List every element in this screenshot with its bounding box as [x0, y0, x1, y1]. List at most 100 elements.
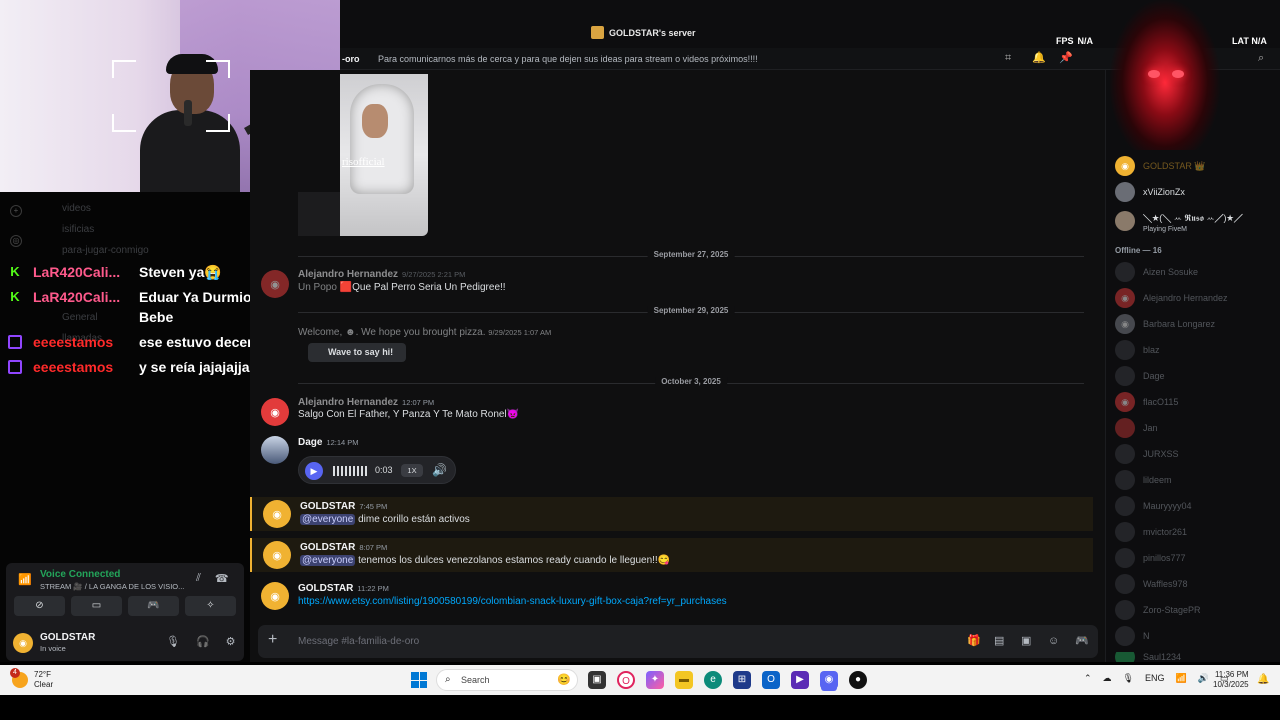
screen-share-button[interactable]: ▭: [71, 596, 122, 616]
composer-placeholder[interactable]: Message #la-familia-de-oro: [298, 636, 419, 647]
headphones-icon[interactable]: 🎧: [196, 635, 210, 648]
image-thumbnail-left[interactable]: [298, 192, 340, 236]
member-item[interactable]: JURXSS: [1115, 444, 1179, 464]
current-user-name[interactable]: GOLDSTAR: [40, 632, 95, 643]
clock[interactable]: 11:36 PM 10/3/2025: [1213, 670, 1249, 690]
store-icon[interactable]: ⊞: [733, 671, 751, 689]
message-composer[interactable]: + Message #la-familia-de-oro 🎁 ▤ ▣ ☺ 🎮: [258, 625, 1098, 658]
message-author[interactable]: GOLDSTAR 11:22 PM: [298, 583, 389, 594]
notification-bell-icon[interactable]: 🔔: [1257, 674, 1269, 685]
message-author[interactable]: Dage 12:14 PM: [298, 437, 359, 448]
onedrive-icon[interactable]: ☁: [1103, 673, 1112, 684]
member-item[interactable]: Zoro-StagePR: [1115, 600, 1201, 620]
channel-item[interactable]: videos: [62, 203, 91, 214]
search-highlight-icon: 😊: [557, 674, 571, 686]
settings-gear-icon[interactable]: ⚙: [226, 635, 236, 648]
discord-avatar-icon[interactable]: ◉: [261, 398, 289, 426]
volume-icon[interactable]: 🔊: [432, 463, 447, 477]
discord-taskbar-icon[interactable]: ◉: [820, 671, 838, 689]
member-item[interactable]: N: [1115, 626, 1150, 646]
member-item[interactable]: mvictor261: [1115, 522, 1187, 542]
member-item[interactable]: Waffles978: [1115, 574, 1188, 594]
threads-icon[interactable]: ⌗: [1005, 52, 1018, 65]
wave-button[interactable]: Wave to say hi!: [308, 343, 406, 362]
mention[interactable]: @everyone: [300, 555, 356, 566]
camera-off-button[interactable]: ⊘: [14, 596, 65, 616]
member-item[interactable]: ◉ Barbara Longarez: [1115, 314, 1215, 334]
voice-channel[interactable]: STREAM 🎥 / LA GANGA DE LOS VISIO...: [40, 582, 184, 591]
member-item[interactable]: Mauryyyy04: [1115, 496, 1192, 516]
member-item[interactable]: ◉ Alejandro Hernandez: [1115, 288, 1228, 308]
member-item[interactable]: xViiZionZx: [1115, 182, 1185, 202]
chevron-up-icon[interactable]: ⌃: [1084, 673, 1092, 684]
member-item[interactable]: pinillos777: [1115, 548, 1186, 568]
waveform[interactable]: [333, 466, 367, 476]
playback-speed-button[interactable]: 1X: [401, 464, 423, 477]
obs-icon[interactable]: ●: [849, 671, 867, 689]
member-item[interactable]: Dage: [1115, 366, 1165, 386]
edge-icon[interactable]: e: [704, 671, 722, 689]
outlook-icon[interactable]: O: [762, 671, 780, 689]
copilot-icon[interactable]: ✦: [646, 671, 664, 689]
fps-value: N/A: [1077, 36, 1094, 46]
disconnect-icon[interactable]: ☎: [215, 572, 229, 585]
discord-avatar-icon[interactable]: ◉: [263, 541, 291, 569]
message-link[interactable]: https://www.etsy.com/listing/1900580199/…: [298, 596, 727, 607]
member-item[interactable]: ◉ GOLDSTAR 👑: [1115, 156, 1206, 176]
activity-button[interactable]: 🎮: [128, 596, 179, 616]
user-avatar[interactable]: [261, 436, 289, 464]
microphone-icon[interactable]: 🎙: [166, 635, 180, 648]
pin-icon[interactable]: 📌: [1059, 52, 1073, 65]
task-view-icon[interactable]: ▣: [588, 671, 606, 689]
member-item[interactable]: lildeem: [1115, 470, 1172, 490]
attach-plus-icon[interactable]: +: [268, 631, 277, 649]
message-author[interactable]: GOLDSTAR 8:07 PM: [300, 542, 387, 553]
activities-icon[interactable]: 🎮: [1075, 635, 1089, 648]
gif-icon[interactable]: ▤: [994, 635, 1007, 648]
opera-icon[interactable]: O: [617, 671, 635, 689]
signal-icon[interactable]: 📶: [18, 573, 32, 586]
explore-icon[interactable]: ◎: [10, 235, 22, 247]
member-item[interactable]: blaz: [1115, 340, 1160, 360]
message-author[interactable]: Alejandro Hernandez 9/27/2025 2:21 PM: [298, 269, 465, 280]
user-avatar: [1115, 340, 1135, 360]
member-item[interactable]: Saul1234: [1115, 652, 1181, 662]
voice-status[interactable]: Voice Connected: [40, 569, 120, 580]
weather-widget[interactable]: 4 72°F Clear: [10, 668, 53, 690]
file-explorer-icon[interactable]: ▬: [675, 671, 693, 689]
clipchamp-icon[interactable]: ▶: [791, 671, 809, 689]
discord-avatar-icon[interactable]: ◉: [261, 270, 289, 298]
gift-icon[interactable]: 🎁: [967, 635, 981, 648]
image-attachment[interactable]: risofficial: [340, 74, 428, 236]
microphone-icon[interactable]: 🎙: [1123, 673, 1134, 684]
discord-avatar-icon[interactable]: ◉: [261, 582, 289, 610]
wifi-icon[interactable]: 📶: [1176, 673, 1187, 684]
member-name: Saul1234: [1143, 652, 1182, 662]
discord-avatar-icon[interactable]: ◉: [13, 633, 33, 653]
add-server-icon[interactable]: +: [10, 205, 22, 217]
taskbar-search[interactable]: ⌕ Search 😊: [436, 669, 578, 691]
emoji-icon[interactable]: ☺: [1048, 635, 1061, 648]
search-icon[interactable]: ⌕: [1258, 52, 1272, 66]
mention[interactable]: @everyone: [300, 514, 356, 525]
member-item[interactable]: Aizen Sosuke: [1115, 262, 1198, 282]
channel-item[interactable]: isificias: [62, 224, 94, 235]
speaker-icon[interactable]: 🔊: [1198, 673, 1209, 684]
sticker-icon[interactable]: ▣: [1021, 635, 1034, 648]
timestamp: 8:07 PM: [359, 543, 388, 552]
member-item[interactable]: ◉ flacO115: [1115, 392, 1178, 412]
discord-avatar-icon[interactable]: ◉: [263, 500, 291, 528]
noise-suppression-icon[interactable]: ⫽: [196, 572, 201, 585]
soundboard-button[interactable]: ✧: [185, 596, 236, 616]
message-text: Welcome, ☻. We hope you brought pizza. 9…: [298, 327, 552, 338]
play-icon[interactable]: ▶: [305, 462, 323, 480]
message-author[interactable]: Alejandro Hernandez 12:07 PM: [298, 397, 434, 408]
windows-start-icon[interactable]: [411, 672, 427, 688]
bell-icon[interactable]: 🔔: [1032, 52, 1046, 65]
message-author[interactable]: GOLDSTAR 7:45 PM: [300, 501, 387, 512]
channel-topic[interactable]: Para comunicarnos más de cerca y para qu…: [378, 54, 758, 64]
member-item[interactable]: Jan: [1115, 418, 1158, 438]
member-item[interactable]: ╲★(╲ ꕀ 𝕽𝖚𝖘𝖔 ꕀ╱)★╱ Playing FiveM: [1115, 208, 1243, 233]
language-indicator[interactable]: ENG: [1145, 673, 1165, 684]
channel-item[interactable]: para-jugar-conmigo: [62, 245, 149, 256]
